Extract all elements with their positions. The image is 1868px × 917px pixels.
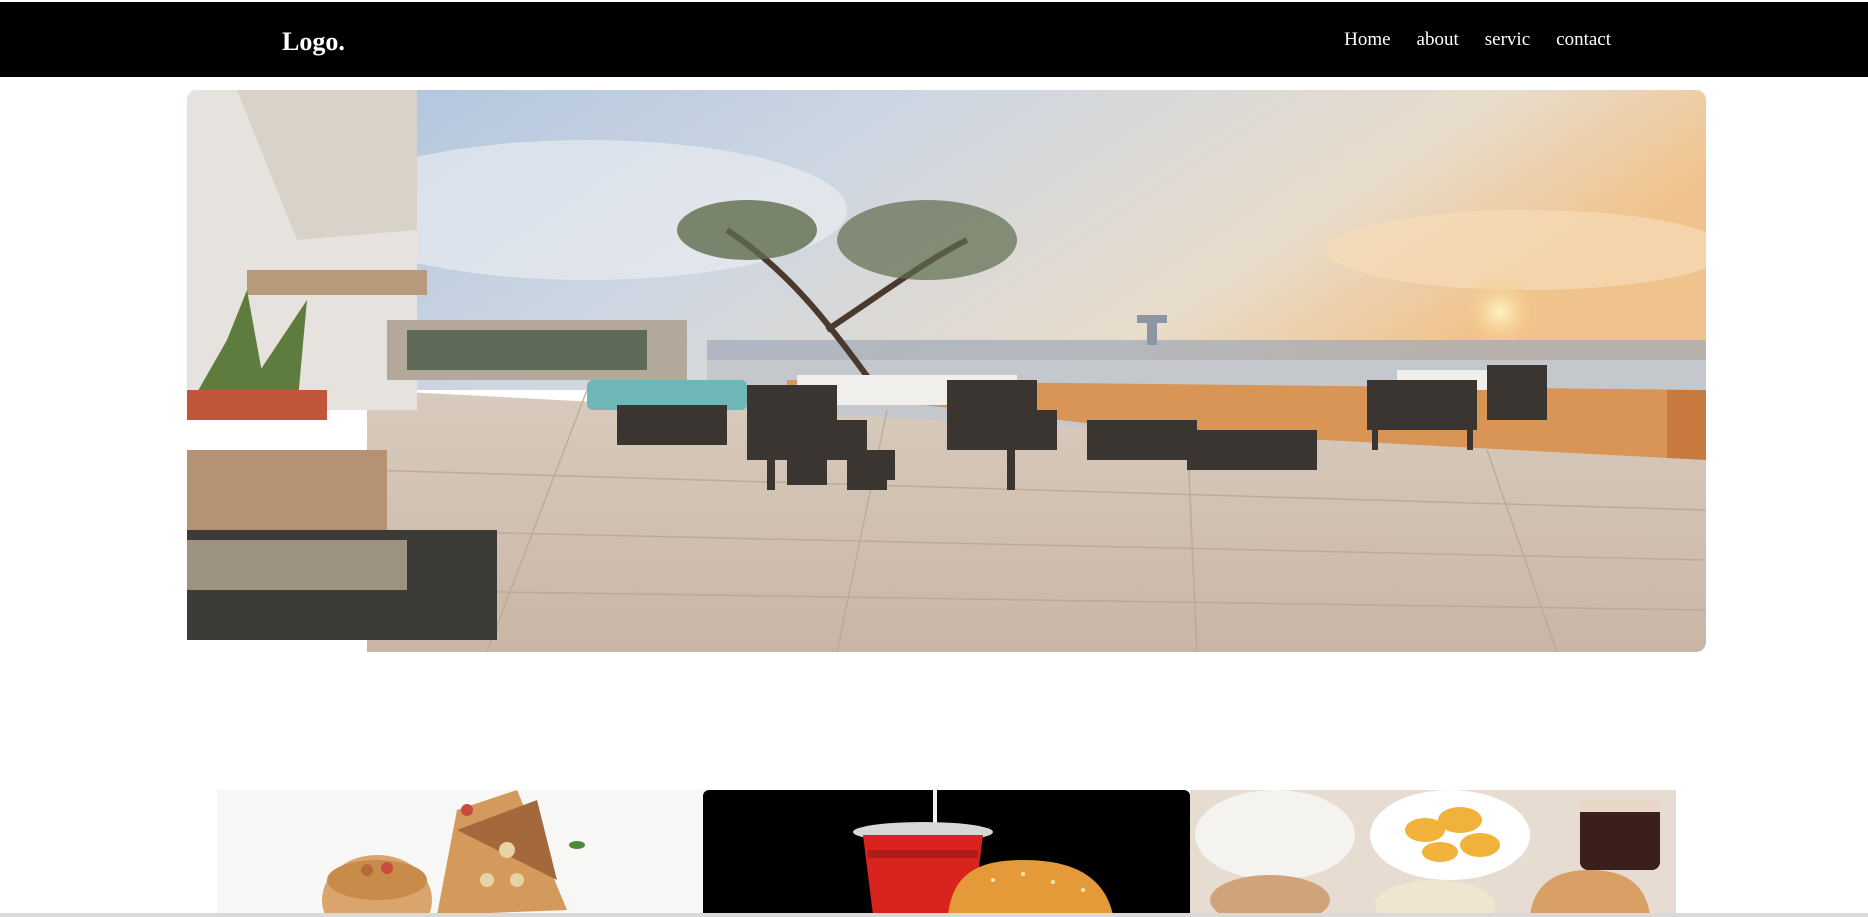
hero-image [187,90,1706,652]
nav-links: Home about servic contact [1344,29,1611,51]
food-cards [217,790,1676,915]
restaurant-terrace-image [187,90,1706,652]
nav-link-services[interactable]: servic [1485,29,1530,51]
nav-link-contact[interactable]: contact [1556,29,1611,51]
sandwich-image [217,790,703,915]
logo[interactable]: Logo. [282,27,345,57]
nav-link-home[interactable]: Home [1344,29,1390,51]
nav-link-about[interactable]: about [1417,29,1459,51]
navbar: Logo. Home about servic contact [0,2,1868,77]
snacks-platter-image [1190,790,1676,915]
food-card-3[interactable] [1190,790,1676,915]
food-card-1[interactable] [217,790,703,915]
soda-burger-image [703,790,1190,915]
food-card-2[interactable] [703,790,1190,915]
bottom-divider [0,913,1868,917]
